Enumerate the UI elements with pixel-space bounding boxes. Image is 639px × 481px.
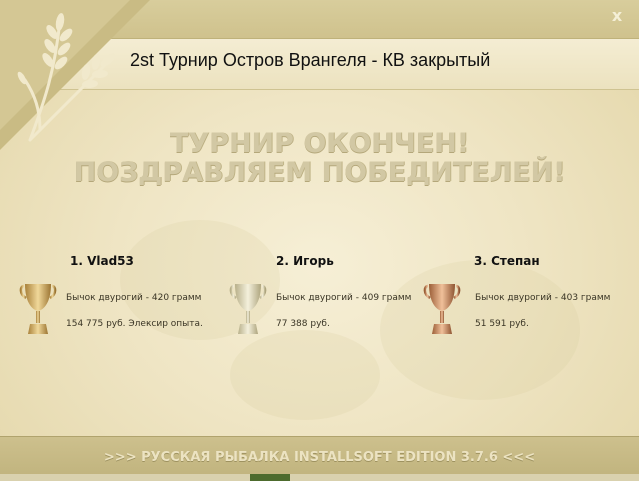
winner-reward: 154 775 руб. Элексир опыта.: [66, 319, 203, 329]
footer-version-text: >>> РУССКАЯ РЫБАЛКА INSTALLSOFT EDITION …: [103, 450, 536, 465]
winner-prize: Бычок двурогий - 403 грамм: [475, 293, 611, 303]
background-splash: [230, 330, 380, 420]
bronze-trophy-icon: [423, 284, 461, 334]
winner-name: 1. Vlad53: [70, 254, 134, 268]
headline-finished: ТУРНИР ОКОНЧЕН!: [169, 128, 470, 159]
winner-name: 2. Игорь: [276, 254, 334, 268]
winner-name: 3. Степан: [474, 254, 540, 268]
winner-reward: 77 388 руб.: [276, 319, 330, 329]
headline-congratulations: ПОЗДРАВЛЯЕМ ПОБЕДИТЕЛЕЙ!: [73, 157, 566, 188]
silver-trophy-icon: [229, 284, 267, 334]
tournament-results-window: x 2st Турнир Остров Врангеля - КВ закрыт…: [0, 0, 639, 481]
taskbar-item: [250, 474, 290, 481]
background-splash: [380, 260, 580, 400]
taskbar-strip: [0, 474, 639, 481]
window-title: 2st Турнир Остров Врангеля - КВ закрытый: [130, 50, 491, 70]
gold-trophy-icon: [19, 284, 57, 334]
winner-prize: Бычок двурогий - 420 грамм: [66, 293, 202, 303]
close-icon[interactable]: x: [607, 6, 627, 26]
winner-prize: Бычок двурогий - 409 грамм: [276, 293, 412, 303]
winner-reward: 51 591 руб.: [475, 319, 529, 329]
